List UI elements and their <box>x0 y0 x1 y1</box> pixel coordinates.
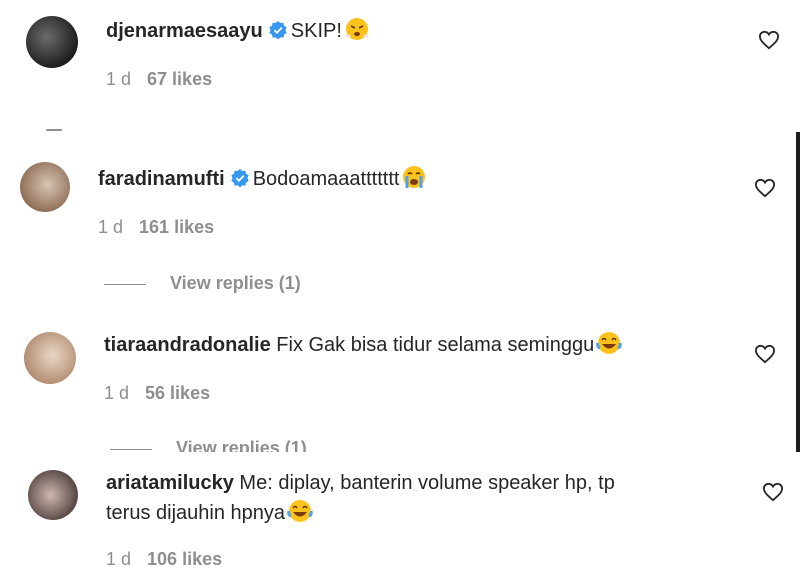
avatar[interactable] <box>20 162 70 212</box>
avatar[interactable] <box>26 16 78 68</box>
comment-item: faradinamufti Bodoamaaattttttt 1 d 161 lik… <box>0 140 800 300</box>
comment-text: Fix Gak bisa tidur selama seminggu <box>276 334 595 356</box>
likes-count[interactable]: 56 likes <box>145 383 210 403</box>
username[interactable]: djenarmaesaayu <box>106 20 263 42</box>
like-heart-icon[interactable] <box>754 178 776 198</box>
view-replies-label[interactable]: View replies (1) <box>170 273 301 293</box>
comment-time[interactable]: 1 d <box>98 217 123 237</box>
laughing-tears-icon <box>287 500 313 522</box>
comment-text-continued: terus dijauhin hpnya <box>106 502 286 524</box>
replies-dash <box>104 283 146 285</box>
comment-time[interactable]: 1 d <box>106 69 131 89</box>
replies-dash <box>110 448 152 450</box>
avatar[interactable] <box>24 332 76 384</box>
like-heart-icon[interactable] <box>758 30 780 50</box>
comment-item: ariatamilucky Me: diplay, banterin volum… <box>0 460 800 586</box>
comment-item: djenarmaesaayu SKIP! 1 d 67 likes <box>0 0 800 130</box>
likes-count[interactable]: 106 likes <box>147 549 222 569</box>
comment-time[interactable]: 1 d <box>106 549 131 569</box>
likes-count[interactable]: 67 likes <box>147 69 212 89</box>
laughing-tears-icon <box>596 332 622 354</box>
like-heart-icon[interactable] <box>762 482 784 502</box>
comment-text: SKIP! <box>290 20 342 42</box>
username[interactable]: ariatamilucky <box>106 472 234 494</box>
steam-face-icon <box>344 18 369 40</box>
comment-text: Me: diplay, banterin volume speaker hp, … <box>239 472 615 494</box>
verified-badge-icon <box>269 21 287 39</box>
view-replies-button[interactable]: View replies (1) <box>104 273 301 294</box>
username[interactable]: tiaraandradonalie <box>104 334 271 356</box>
comment-text: Bodoamaaattttttt <box>252 168 400 190</box>
avatar[interactable] <box>28 470 78 520</box>
comment-item: tiaraandradonalie Fix Gak bisa tidur sel… <box>0 310 800 460</box>
username[interactable]: faradinamufti <box>98 168 225 190</box>
like-heart-icon[interactable] <box>754 344 776 364</box>
verified-badge-icon <box>231 169 249 187</box>
comment-time[interactable]: 1 d <box>104 383 129 403</box>
divider <box>46 129 62 131</box>
likes-count[interactable]: 161 likes <box>139 217 214 237</box>
crying-face-icon <box>403 166 426 188</box>
